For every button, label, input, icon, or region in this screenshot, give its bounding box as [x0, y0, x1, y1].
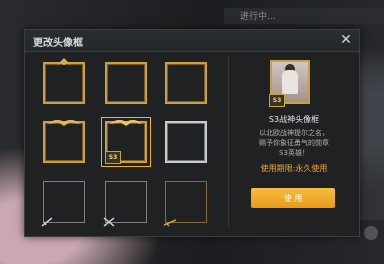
background-top-text: 进行中...	[240, 12, 276, 22]
use-period: 使用期限:永久使用	[260, 164, 328, 173]
wings-icon	[48, 119, 80, 126]
frame-grid: S3	[35, 56, 215, 231]
avatar-frame-dialog: 更改头像框 ✕ S3 S3 S3战神头像框 以北欧战神提尔之名， 赐予你象征勇气…	[24, 29, 360, 237]
frame-item[interactable]	[103, 181, 147, 227]
frame-detail-panel: S3 S3战神头像框 以北欧战神提尔之名， 赐予你象征勇气的勋章 S3英雄！ 使…	[235, 56, 353, 231]
frame-item[interactable]	[105, 62, 147, 104]
dialog-title: 更改头像框	[33, 38, 83, 49]
frame-item[interactable]	[41, 181, 85, 227]
cross-swords-icon	[103, 217, 115, 227]
frame-item-selected[interactable]: S3	[101, 117, 151, 167]
description-line-2: 赐予你象征勇气的勋章	[259, 139, 329, 147]
crest-icon	[56, 58, 72, 66]
frame-item[interactable]	[163, 181, 207, 227]
preview-s3-badge: S3	[269, 94, 285, 107]
close-icon[interactable]: ✕	[339, 33, 353, 47]
background-side-panel	[358, 70, 384, 220]
frame-item[interactable]	[43, 119, 85, 163]
background-hud-icon	[364, 226, 378, 240]
frame-item[interactable]	[165, 121, 207, 163]
frame-name: S3战神头像框	[268, 115, 320, 124]
description-line-3: S3英雄！	[279, 149, 309, 157]
description-line-1: 以北欧战神提尔之名，	[259, 129, 329, 137]
s3-badge: S3	[105, 151, 121, 164]
avatar-figure	[282, 70, 298, 94]
frame-description: 以北欧战神提尔之名， 赐予你象征勇气的勋章 S3英雄！	[235, 128, 353, 158]
frame-item[interactable]	[165, 62, 207, 104]
dialog-titlebar: 更改头像框 ✕	[25, 30, 359, 52]
frame-item[interactable]	[43, 58, 85, 104]
sword-icon	[41, 217, 53, 227]
wings-icon	[110, 119, 142, 126]
divider	[228, 56, 229, 228]
use-button[interactable]: 使 用	[251, 188, 335, 208]
rifle-icon	[163, 219, 177, 227]
